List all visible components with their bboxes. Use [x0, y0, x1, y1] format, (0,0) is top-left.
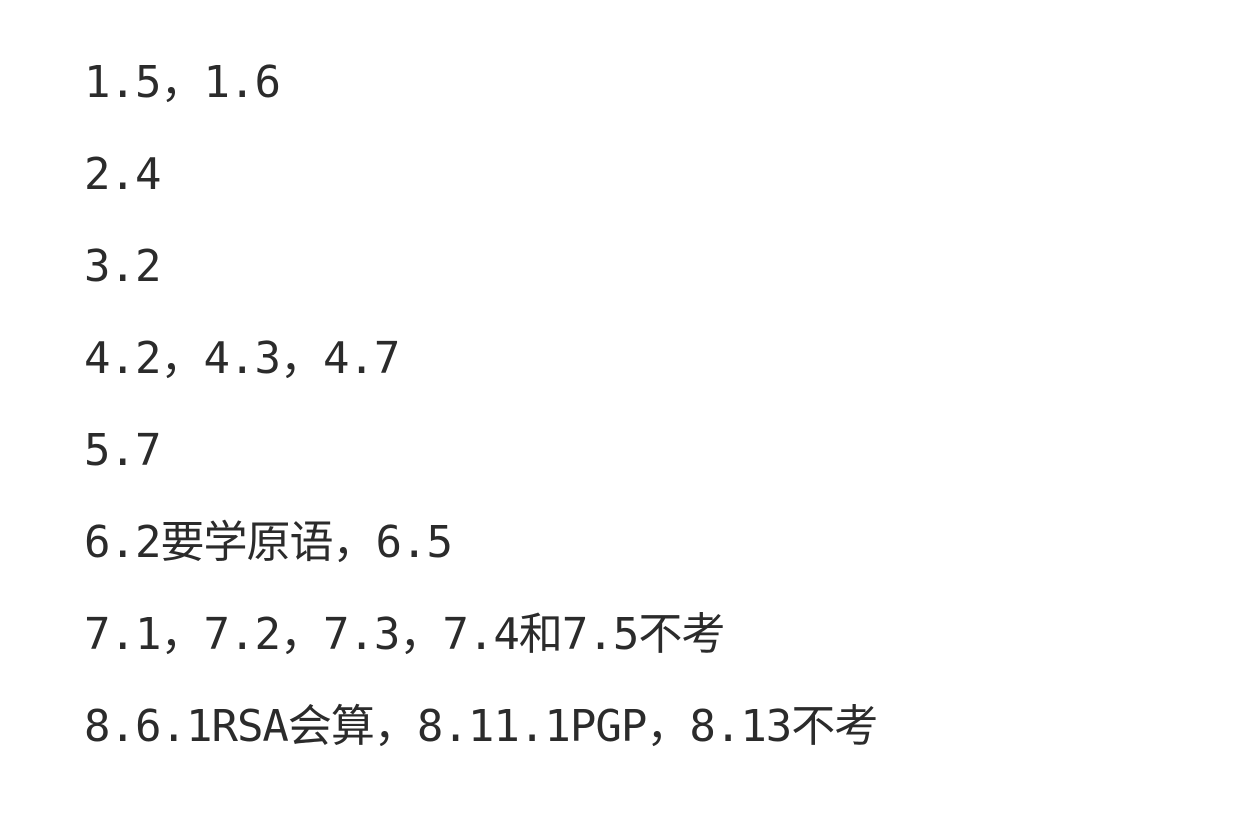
chapter-line-4: 4.2，4.3，4.7: [84, 333, 400, 384]
chapter-line-7: 7.1，7.2，7.3，7.4和7.5不考: [84, 609, 725, 660]
chapter-line-5: 5.7: [84, 425, 161, 476]
chapter-line-8: 8.6.1RSA会算，8.11.1PGP，8.13不考: [84, 701, 878, 752]
chapter-list: 1.5，1.6 2.4 3.2 4.2，4.3，4.7 5.7 6.2要学原语，…: [84, 53, 878, 789]
document-page: 1.5，1.6 2.4 3.2 4.2，4.3，4.7 5.7 6.2要学原语，…: [0, 0, 1240, 814]
chapter-line-3: 3.2: [84, 241, 161, 292]
chapter-line-6: 6.2要学原语，6.5: [84, 517, 453, 568]
chapter-line-2: 2.4: [84, 149, 161, 200]
chapter-line-1: 1.5，1.6: [84, 57, 281, 108]
